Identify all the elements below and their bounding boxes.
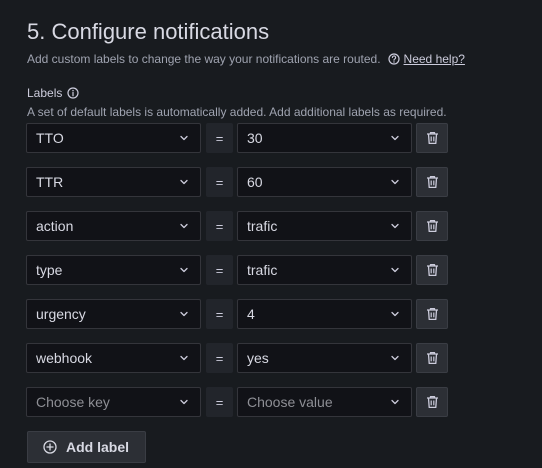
label-value-select[interactable]: yes: [237, 343, 412, 373]
label-value-select[interactable]: 30: [237, 123, 412, 153]
label-row: TTR = 60: [26, 167, 448, 199]
chevron-down-icon: [180, 179, 188, 185]
operator-text: =: [215, 174, 224, 190]
label-value-text: yes: [247, 350, 269, 366]
label-value-text: 30: [247, 130, 263, 146]
label-row: urgency = 4: [26, 299, 448, 331]
section-title: 5. Configure notifications: [27, 19, 270, 44]
label-value-select[interactable]: 4: [237, 299, 412, 329]
label-key-text: TTO: [36, 130, 64, 146]
delete-label-button[interactable]: [416, 211, 448, 241]
delete-label-button[interactable]: [416, 255, 448, 285]
notifications-panel: 5. Configure notifications Add custom la…: [0, 0, 542, 468]
info-circle-icon[interactable]: [67, 87, 79, 99]
chevron-down-icon: [391, 179, 399, 185]
label-value-select[interactable]: trafic: [237, 255, 412, 285]
operator-text: =: [215, 394, 224, 410]
need-help-link[interactable]: Need help?: [404, 52, 465, 66]
label-key-select[interactable]: urgency: [26, 299, 201, 329]
section-subtitle: Add custom labels to change the way your…: [27, 52, 465, 66]
label-row: type = trafic: [26, 255, 448, 287]
delete-label-button[interactable]: [416, 343, 448, 373]
chevron-down-icon: [180, 399, 188, 405]
label-key-text: action: [36, 218, 74, 234]
operator-text: =: [215, 262, 224, 278]
chevron-down-icon: [391, 311, 399, 317]
chevron-down-icon: [180, 355, 188, 361]
label-value-select[interactable]: trafic: [237, 211, 412, 241]
label-key-text: TTR: [36, 174, 64, 190]
chevron-down-icon: [391, 135, 399, 141]
operator-text: =: [215, 306, 224, 322]
label-key-select[interactable]: action: [26, 211, 201, 241]
delete-label-button[interactable]: [416, 123, 448, 153]
label-value-text: 60: [247, 174, 263, 190]
delete-label-button[interactable]: [416, 299, 448, 329]
label-row: action = trafic: [26, 211, 448, 243]
trash-icon: [426, 395, 438, 409]
subtitle-text: Add custom labels to change the way your…: [27, 52, 381, 66]
trash-icon: [426, 219, 438, 233]
label-key-text: webhook: [36, 350, 93, 366]
label-value-text: trafic: [247, 218, 278, 234]
add-label-button[interactable]: Add label: [27, 431, 146, 463]
help-circle-icon[interactable]: [387, 53, 400, 65]
label-key-text: Choose key: [36, 394, 110, 410]
label-value-text: 4: [247, 306, 255, 322]
equals-operator: =: [206, 211, 233, 241]
trash-icon: [426, 307, 438, 321]
chevron-down-icon: [391, 399, 399, 405]
operator-text: =: [215, 130, 224, 146]
label-key-select[interactable]: webhook: [26, 343, 201, 373]
label-key-select[interactable]: Choose key: [26, 387, 201, 417]
equals-operator: =: [206, 123, 233, 153]
label-key-text: type: [36, 262, 63, 278]
equals-operator: =: [206, 387, 233, 417]
chevron-down-icon: [391, 267, 399, 273]
label-rows: TTO = 30 TTR = 60 action = trafic type =…: [26, 123, 448, 431]
operator-text: =: [215, 218, 224, 234]
chevron-down-icon: [180, 311, 188, 317]
plus-circle-icon: [43, 440, 57, 454]
label-key-select[interactable]: TTR: [26, 167, 201, 197]
chevron-down-icon: [391, 223, 399, 229]
label-key-select[interactable]: type: [26, 255, 201, 285]
chevron-down-icon: [391, 355, 399, 361]
equals-operator: =: [206, 343, 233, 373]
operator-text: =: [215, 350, 224, 366]
label-key-select[interactable]: TTO: [26, 123, 201, 153]
trash-icon: [426, 351, 438, 365]
label-value-text: Choose value: [247, 394, 333, 410]
new-label-row: Choose key = Choose value: [26, 387, 448, 419]
delete-label-button[interactable]: [416, 387, 448, 417]
trash-icon: [426, 175, 438, 189]
equals-operator: =: [206, 255, 233, 285]
chevron-down-icon: [180, 223, 188, 229]
label-row: webhook = yes: [26, 343, 448, 375]
label-value-select[interactable]: 60: [237, 167, 412, 197]
chevron-down-icon: [180, 267, 188, 273]
add-label-text: Add label: [66, 439, 130, 455]
delete-label-button[interactable]: [416, 167, 448, 197]
labels-heading-text: Labels: [27, 86, 63, 100]
equals-operator: =: [206, 167, 233, 197]
chevron-down-icon: [180, 135, 188, 141]
label-value-select[interactable]: Choose value: [237, 387, 412, 417]
label-value-text: trafic: [247, 262, 278, 278]
label-row: TTO = 30: [26, 123, 448, 155]
labels-description: A set of default labels is automatically…: [27, 105, 447, 119]
trash-icon: [426, 131, 438, 145]
labels-heading: Labels: [27, 86, 79, 100]
trash-icon: [426, 263, 438, 277]
label-key-text: urgency: [36, 306, 86, 322]
equals-operator: =: [206, 299, 233, 329]
